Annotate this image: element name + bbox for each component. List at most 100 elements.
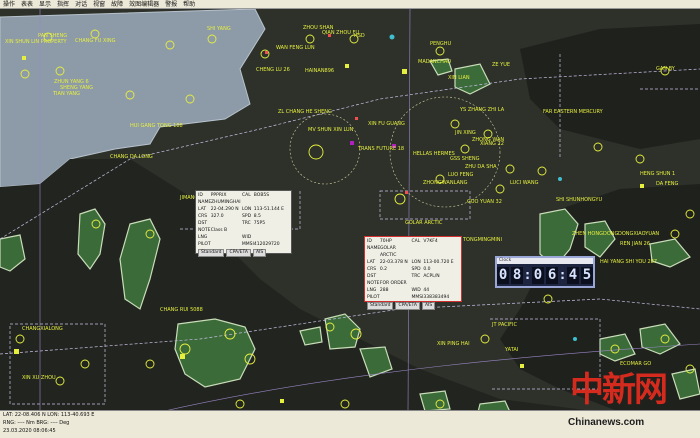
info-key: LON [411, 260, 421, 265]
ship-label[interactable]: ZE YUE [492, 62, 510, 68]
ship-label[interactable]: REN JIAN 26 [620, 241, 650, 247]
clock-window[interactable]: Clock 0 8 : 0 6 : 4 5 [495, 256, 595, 288]
ib1-ais-button[interactable]: AIS [252, 249, 267, 257]
ship-label[interactable]: YS ZHANG ZHI LA [460, 107, 504, 113]
menu-item[interactable]: 操作 [3, 0, 15, 8]
ship-label[interactable]: GSS SHENG [450, 156, 480, 162]
ship-label[interactable]: CHANG FU XING [75, 38, 116, 44]
info-row: LNG WID [198, 234, 289, 241]
target-info-panel-2[interactable]: ID 70HP CAL V7KF4 NAME GOLAR ARCTIC LAT 22-… [364, 236, 462, 310]
menu-item[interactable]: 视窗 [93, 0, 105, 8]
ship-label[interactable]: HAI YANG SHI YOU 287 [600, 259, 657, 265]
ship-label[interactable]: CHANGXIALONG [22, 326, 63, 332]
info-key [242, 199, 254, 206]
ib1-cpa-eta-button[interactable]: CPA/ETA [226, 249, 251, 257]
ship-label[interactable]: XIN PING HAI [437, 341, 470, 347]
info-key: LON [242, 207, 252, 212]
info-row: CRS 0.2 SPD 0.0 [367, 266, 459, 273]
watermark-logo-cn: 中新网 [570, 370, 668, 410]
ship-label[interactable]: GAN BY [656, 66, 675, 72]
menu-item[interactable]: 表表 [21, 0, 33, 8]
ib2-id-key: ID [367, 239, 372, 244]
menu-item[interactable]: 对话 [75, 0, 87, 8]
ship-label[interactable]: ZHEN HONGDONG [572, 231, 618, 237]
ship-label[interactable]: XIN FU GUANG [368, 121, 405, 127]
ib2-cal-value: V7KF4 [423, 239, 438, 244]
ship-label[interactable]: GOLAR ARCTIC [405, 220, 442, 226]
menu-item[interactable]: 故障 [111, 0, 123, 8]
info-row: LAT 22-03.378 N LON 113-00.720 E [367, 259, 459, 266]
info-value: 44 [423, 288, 430, 293]
info-key: LAT [367, 260, 376, 265]
ship-label[interactable]: DONGXIAOYUAN [618, 231, 659, 237]
ship-label[interactable]: TIAN YANG [53, 91, 80, 97]
ship-label[interactable]: TRANS FUTURE 18 [358, 146, 404, 152]
ship-label[interactable]: XIANG 22 [480, 141, 504, 147]
ship-label[interactable]: LUCI WANG [510, 180, 538, 186]
ship-label[interactable]: FAR EASTERN MERCURY [543, 109, 603, 115]
ship-label[interactable]: XIN SHUN LIN PROPERTY [5, 39, 67, 45]
map-canvas [0, 9, 700, 412]
ib2-cal-key: CAL [411, 239, 421, 244]
menu-item[interactable]: 指挥 [57, 0, 69, 8]
menu-item[interactable]: 警报 [165, 0, 177, 8]
info-value [380, 294, 412, 301]
menu-bar: 操作 表表 显示 指挥 对话 视窗 故障 效图编辑器 警报 帮助 [0, 0, 700, 9]
ship-label[interactable]: MADANCHAO [418, 59, 451, 65]
ship-label[interactable]: HSD [354, 33, 365, 39]
radar-map[interactable]: PAN SHENG XIN SHUN LIN PROPERTY CHANG FU X… [0, 9, 700, 412]
clock-digit: 5 [580, 267, 593, 284]
ib1-id-key: ID [198, 193, 203, 198]
menu-item[interactable]: 帮助 [183, 0, 195, 8]
info-row: DST TRC 75P5 [198, 220, 289, 227]
ship-label[interactable]: TONGMINGMINI [463, 237, 502, 243]
ship-label[interactable]: SHI SHUNHONGYU [556, 197, 602, 203]
clock-digit: 6 [546, 267, 559, 284]
ship-label[interactable]: HAINAN896 [305, 68, 334, 74]
info-key: PILOT [198, 242, 211, 247]
ship-label[interactable]: GUO YUAN 32 [467, 199, 502, 205]
info-value [211, 220, 242, 227]
ship-label[interactable]: HENG SHUN 1 [640, 171, 675, 177]
ship-label[interactable]: XIN XU ZHOU [22, 375, 56, 381]
ship-label[interactable]: HUI GANG TONG 188 [130, 123, 183, 129]
info-key: NAME [198, 200, 212, 205]
ship-label[interactable]: ZHU DA SHA [465, 164, 497, 170]
info-row: LAT 22-04.290 N LON 113-51.144 E [198, 206, 289, 213]
ship-label[interactable]: CHENG LU 26 [256, 67, 290, 73]
ship-label[interactable]: WAN FENG LUN [276, 45, 315, 51]
ship-label[interactable]: JT PACIFIC [492, 322, 517, 328]
info-row: DST TRC ACPL/N [367, 273, 459, 280]
ship-label[interactable]: ZL CHANG HE SHENG [278, 109, 332, 115]
cursor-position-readout: LAT: 22-08.406 N LON: 113-40.693 E [3, 412, 95, 418]
info-value: FOR ORDER [379, 281, 407, 286]
ib1-cal-key: CAL [242, 193, 251, 198]
target-info-panel-1[interactable]: ID PPPRIX CAL BOB5S NAME ZHUMINGHAI LAT 22-… [195, 190, 292, 257]
info-key: LNG [367, 288, 377, 293]
ib2-cpa-eta-button[interactable]: CPA/ETA [395, 302, 420, 310]
info-value: 22-03.378 N [379, 260, 408, 265]
ship-label[interactable]: JIN XING [455, 130, 476, 136]
info-value: 327.0 [210, 214, 224, 219]
ship-label[interactable]: XIN LIAN [448, 75, 470, 81]
ship-label[interactable]: SHI YANG [207, 26, 231, 32]
menu-item[interactable]: 显示 [39, 0, 51, 8]
ship-label[interactable]: CHANG RUI 5088 [160, 307, 203, 313]
ship-label[interactable]: ZHONGWANLANG [423, 180, 468, 186]
ship-label[interactable]: YATAI [505, 347, 518, 353]
info-key: TRC [242, 221, 251, 226]
info-value: ZHUMINGHAI [211, 200, 241, 205]
ib2-ais-button[interactable]: AIS [421, 302, 436, 310]
info-key: CRS [367, 267, 377, 272]
menu-item[interactable]: 效图编辑器 [129, 0, 159, 8]
ship-label[interactable]: CHANG DA LONG [110, 154, 153, 160]
ib2-standard-button[interactable]: Standard [367, 302, 394, 310]
ship-label[interactable]: PENGHU [430, 41, 451, 47]
ship-label[interactable]: HELLAS HERMES [413, 151, 455, 157]
info-key: LAT [198, 207, 207, 212]
clock-digit: 4 [566, 267, 579, 284]
ship-label[interactable]: DA FENG [656, 181, 678, 187]
ship-label[interactable]: MV SHUN XIN LUN [308, 127, 353, 133]
ship-label[interactable]: LUO FENG [448, 172, 473, 178]
ib1-standard-button[interactable]: Standard [198, 249, 225, 257]
